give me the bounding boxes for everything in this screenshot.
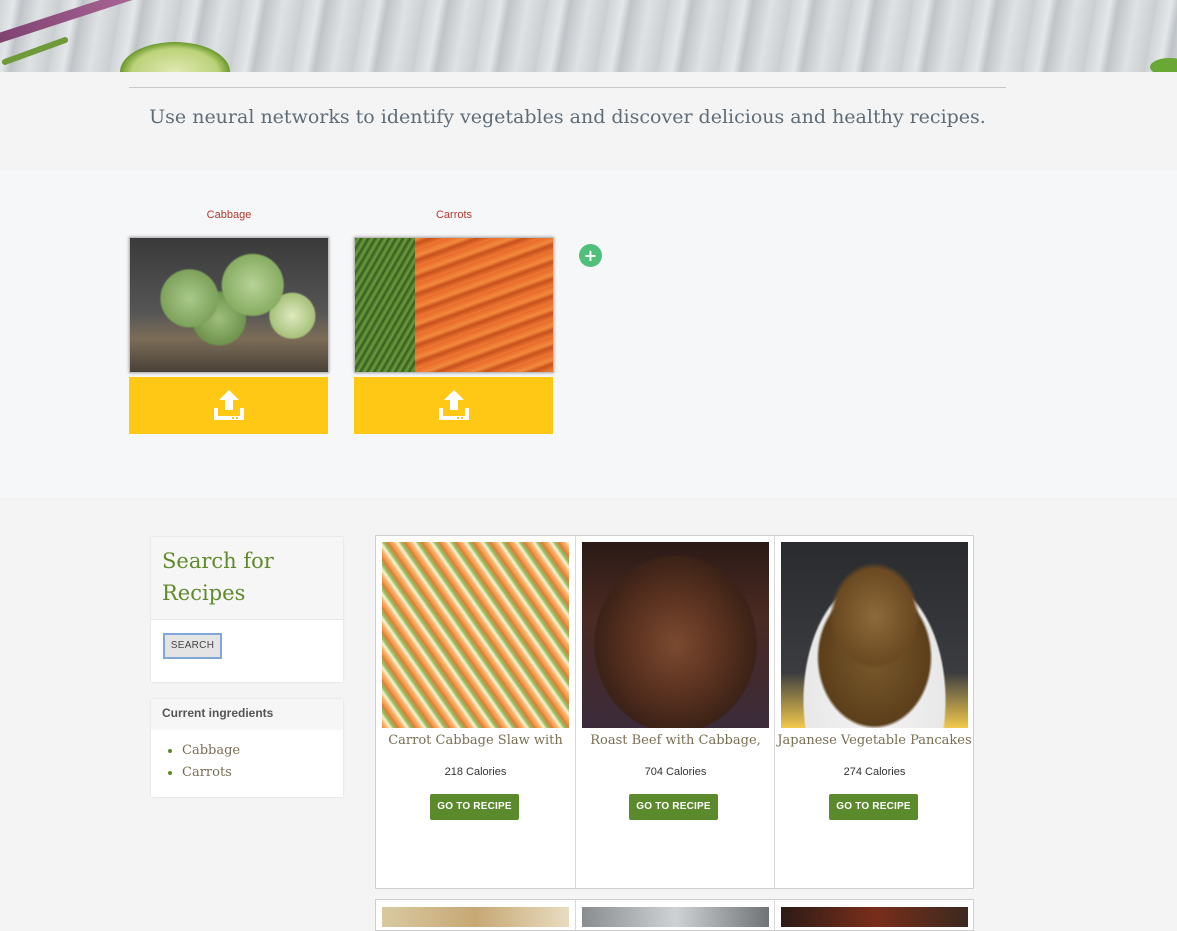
vegetable-label: Cabbage bbox=[206, 209, 252, 221]
recipe-card bbox=[376, 900, 575, 930]
recipe-grid-next-row bbox=[375, 899, 974, 931]
recipe-title[interactable]: Roast Beef with Cabbage, bbox=[576, 733, 775, 748]
upload-button[interactable] bbox=[129, 377, 328, 434]
recipe-title[interactable]: Japanese Vegetable Pancakes bbox=[775, 733, 974, 748]
add-vegetable-button[interactable]: + bbox=[579, 244, 602, 267]
recipe-calories: 274 Calories bbox=[843, 766, 906, 778]
ingredients-panel: Current ingredients Cabbage Carrots bbox=[151, 699, 343, 797]
recipe-card bbox=[774, 900, 973, 930]
go-to-recipe-button[interactable]: GO TO RECIPE bbox=[629, 794, 718, 820]
vegetable-label: Carrots bbox=[435, 209, 473, 221]
recipe-card: Carrot Cabbage Slaw with 218 Calories GO… bbox=[376, 536, 575, 888]
recipe-image[interactable] bbox=[582, 542, 769, 728]
recipe-card: Roast Beef with Cabbage, 704 Calories GO… bbox=[575, 536, 774, 888]
cucumber-slice-image bbox=[120, 42, 230, 72]
go-to-recipe-button[interactable]: GO TO RECIPE bbox=[829, 794, 918, 820]
stalk-image bbox=[1, 36, 69, 66]
upload-icon bbox=[438, 389, 469, 420]
search-button[interactable]: SEARCH bbox=[163, 633, 222, 659]
ingredients-title: Current ingredients bbox=[151, 699, 343, 730]
recipe-card bbox=[575, 900, 774, 930]
recipe-image[interactable] bbox=[382, 542, 569, 728]
recipe-grid: Carrot Cabbage Slaw with 218 Calories GO… bbox=[375, 535, 974, 889]
recipe-image[interactable] bbox=[382, 907, 569, 927]
search-title: Search for Recipes bbox=[162, 549, 274, 605]
search-panel: Search for Recipes SEARCH bbox=[151, 537, 343, 682]
recipe-calories: 704 Calories bbox=[644, 766, 707, 778]
divider bbox=[129, 87, 1006, 88]
green-vegetable-image bbox=[1150, 58, 1177, 72]
recipe-calories: 218 Calories bbox=[444, 766, 507, 778]
page-tagline: Use neural networks to identify vegetabl… bbox=[149, 106, 986, 128]
ingredient-item: Carrots bbox=[182, 762, 343, 784]
recipe-image[interactable] bbox=[781, 542, 968, 728]
recipe-card: Japanese Vegetable Pancakes 274 Calories… bbox=[774, 536, 973, 888]
plus-icon: + bbox=[583, 246, 598, 265]
purple-carrot-image bbox=[0, 0, 158, 48]
go-to-recipe-button[interactable]: GO TO RECIPE bbox=[430, 794, 519, 820]
cabbage-photo bbox=[129, 237, 329, 373]
upload-button[interactable] bbox=[354, 377, 553, 434]
search-panel-header: Search for Recipes bbox=[151, 537, 343, 620]
header-banner-image bbox=[0, 0, 1177, 72]
ingredient-item: Cabbage bbox=[182, 740, 343, 762]
ingredients-list: Cabbage Carrots bbox=[151, 730, 343, 784]
vegetable-upload-section: Cabbage Carrots + bbox=[0, 171, 1177, 497]
recipe-image[interactable] bbox=[582, 907, 769, 927]
recipe-image[interactable] bbox=[781, 907, 968, 927]
upload-icon bbox=[213, 389, 244, 420]
carrots-photo bbox=[354, 237, 554, 373]
recipe-title[interactable]: Carrot Cabbage Slaw with bbox=[376, 733, 575, 748]
carrot-greens bbox=[355, 238, 415, 372]
